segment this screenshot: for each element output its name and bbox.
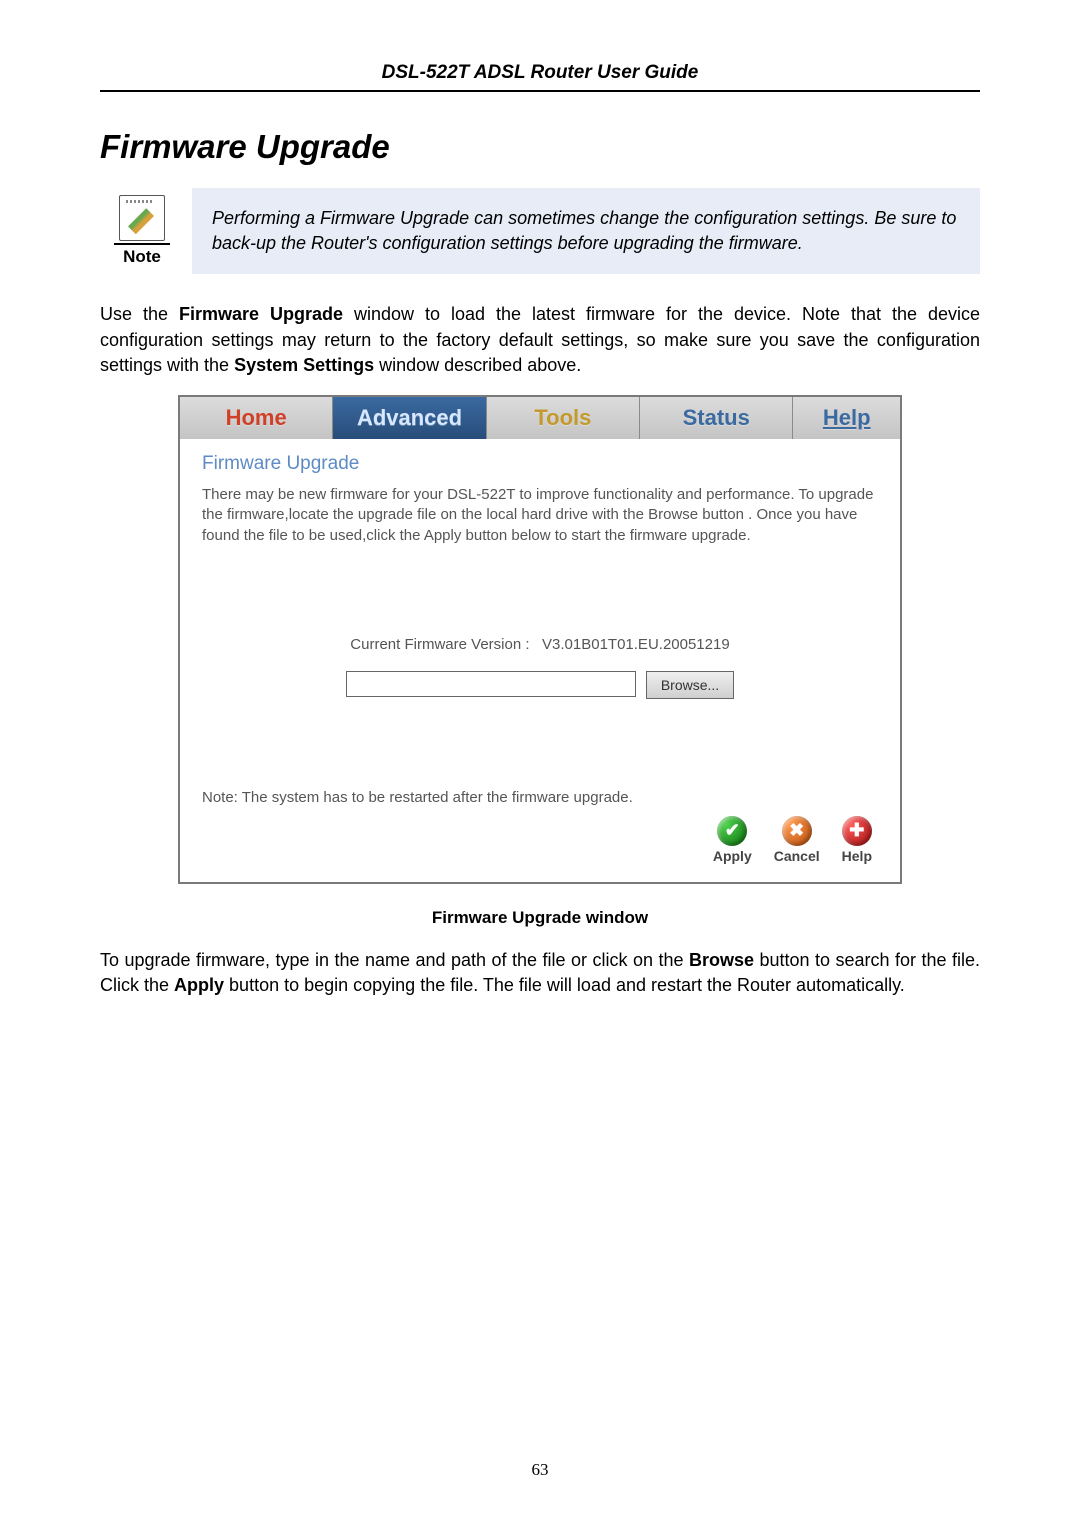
bold-apply: Apply (174, 975, 224, 995)
page-header: DSL-522T ADSL Router User Guide (100, 62, 980, 90)
text: button to begin copying the file. The fi… (224, 975, 905, 995)
cancel-label: Cancel (774, 848, 820, 864)
firmware-upgrade-window: Home Advanced Tools Status Help Firmware… (178, 395, 902, 884)
version-value: V3.01B01T01.EU.20051219 (542, 636, 730, 653)
cancel-button[interactable]: ✖ Cancel (774, 816, 820, 864)
closing-paragraph: To upgrade firmware, type in the name an… (100, 948, 980, 999)
tab-home[interactable]: Home (180, 397, 333, 439)
version-label: Current Firmware Version : (350, 636, 529, 653)
tab-status[interactable]: Status (640, 397, 793, 439)
action-buttons: ✔ Apply ✖ Cancel ✚ Help (202, 816, 878, 870)
browse-button[interactable]: Browse... (646, 671, 734, 699)
text: window described above. (374, 355, 581, 375)
text: To upgrade firmware, type in the name an… (100, 950, 689, 970)
bold-system-settings: System Settings (234, 355, 374, 375)
panel-description: There may be new firmware for your DSL-5… (202, 485, 878, 546)
intro-paragraph: Use the Firmware Upgrade window to load … (100, 302, 980, 379)
text: Use the (100, 304, 179, 324)
firmware-file-input[interactable] (346, 671, 636, 697)
help-button[interactable]: ✚ Help (842, 816, 872, 864)
file-chooser-row: Browse... (202, 671, 878, 699)
tab-tools[interactable]: Tools (487, 397, 640, 439)
restart-note: Note: The system has to be restarted aft… (202, 789, 878, 806)
x-icon: ✖ (782, 816, 812, 846)
section-title: Firmware Upgrade (100, 128, 980, 166)
bold-firmware-upgrade: Firmware Upgrade (179, 304, 343, 324)
firmware-version-row: Current Firmware Version : V3.01B01T01.E… (202, 636, 878, 653)
note-text: Performing a Firmware Upgrade can someti… (192, 188, 980, 274)
figure-caption: Firmware Upgrade window (100, 908, 980, 928)
note-label: Note (114, 243, 170, 267)
note-callout: Note Performing a Firmware Upgrade can s… (100, 188, 980, 274)
apply-button[interactable]: ✔ Apply (713, 816, 752, 864)
help-label: Help (842, 848, 872, 864)
bold-browse: Browse (689, 950, 754, 970)
note-icon-cell: Note (100, 188, 192, 274)
tab-help[interactable]: Help (793, 397, 900, 439)
page-number: 63 (0, 1460, 1080, 1480)
header-rule (100, 90, 980, 92)
apply-label: Apply (713, 848, 752, 864)
tab-bar: Home Advanced Tools Status Help (180, 397, 900, 439)
notepad-pencil-icon (119, 195, 165, 241)
plus-icon: ✚ (842, 816, 872, 846)
panel-title: Firmware Upgrade (202, 453, 878, 475)
checkmark-icon: ✔ (717, 816, 747, 846)
tab-advanced[interactable]: Advanced (333, 397, 486, 439)
